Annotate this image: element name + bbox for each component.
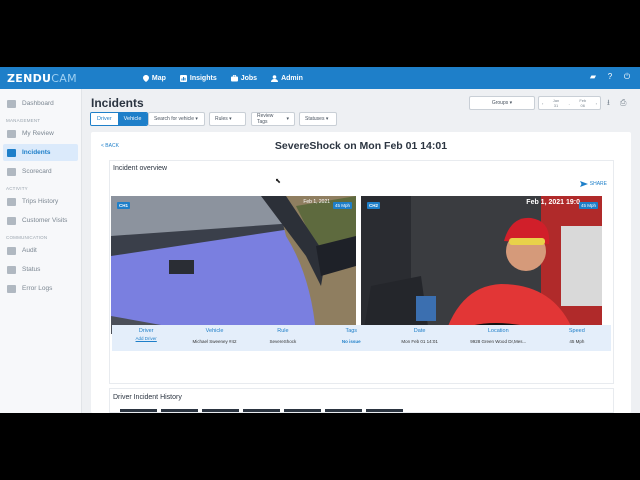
incident-overview-card: Incident overview SHARE CH1 Feb 1, 2021 … [109, 160, 614, 384]
driver-vehicle-toggle: Driver Vehicle [90, 112, 149, 126]
overview-title: Incident overview [113, 165, 168, 172]
dashboard-icon [7, 99, 16, 108]
sidebar: Dashboard MANAGEMENT My Review Incidents… [0, 89, 82, 413]
timestamp-ch1: Feb 1, 2021 [303, 199, 330, 205]
download-icon[interactable]: ⭳ [607, 99, 615, 107]
info-col-rule: Rule SevereShock [269, 328, 297, 344]
sidebar-item-incidents[interactable]: Incidents [3, 144, 78, 161]
info-col-date: Date Mon Feb 01 14:01 [401, 328, 438, 344]
road-camera-frame [111, 196, 356, 334]
chat-icon[interactable]: ▰ [588, 72, 598, 82]
insights-icon [179, 74, 187, 82]
info-col-tags: Tags No issue [317, 325, 385, 351]
route-icon [7, 197, 16, 206]
share-button[interactable]: SHARE [579, 181, 607, 187]
zenducam-logo[interactable]: ZENDUCAM [7, 72, 77, 85]
incidents-icon [7, 148, 16, 157]
app-window: ZENDUCAM Map Insights Jobs Admin ▰ ? ⏻ D… [0, 67, 640, 413]
sidebar-item-status[interactable]: Status [3, 261, 78, 278]
power-icon[interactable]: ⏻ [622, 72, 632, 82]
user-icon [271, 74, 279, 82]
video-ch1[interactable]: CH1 Feb 1, 2021 45 Mph [111, 196, 356, 334]
incident-detail-panel: < BACK SevereShock on Mon Feb 01 14:01 I… [91, 132, 631, 413]
groups-dropdown[interactable]: Groups ▾ [469, 96, 535, 110]
audit-icon [7, 246, 16, 255]
sidebar-section-activity: ACTIVITY [6, 186, 28, 191]
history-tab[interactable] [284, 409, 321, 412]
history-tab[interactable] [202, 409, 239, 412]
sidebar-section-communication: COMMUNICATION [6, 235, 48, 240]
sidebar-item-trips-history[interactable]: Trips History [3, 193, 78, 210]
nav-insights[interactable]: Insights [179, 74, 217, 82]
history-tab[interactable] [325, 409, 362, 412]
nav-map[interactable]: Map [142, 74, 166, 82]
info-col-location: Location 9928 Green Wood Dr,Mes... [470, 328, 527, 344]
customer-icon [7, 216, 16, 225]
share-icon [579, 181, 588, 187]
vehicle-search-dropdown[interactable]: Search for vehicle ▾ [148, 112, 205, 126]
statuses-dropdown[interactable]: Statuses ▾ [299, 112, 337, 126]
sidebar-section-management: MANAGEMENT [6, 118, 41, 123]
timestamp-ch2: Feb 1, 2021 19:0 [526, 199, 580, 206]
briefcase-icon [230, 74, 238, 81]
scorecard-icon [7, 167, 16, 176]
help-icon[interactable]: ? [605, 72, 615, 82]
date-from: Jan 31 [552, 98, 560, 108]
rules-dropdown[interactable]: Rules ▾ [209, 112, 246, 126]
top-navbar: ZENDUCAM Map Insights Jobs Admin ▰ ? ⏻ [0, 67, 640, 89]
info-col-driver: Driver Add Driver [112, 325, 180, 351]
info-col-speed: Speed 45 Mph [568, 328, 585, 344]
sidebar-item-my-review[interactable]: My Review [3, 125, 78, 142]
sidebar-item-audit[interactable]: Audit [3, 242, 78, 259]
channel-badge-ch2: CH2 [367, 202, 381, 209]
status-icon [7, 265, 16, 274]
incident-title: SevereShock on Mon Feb 01 14:01 [274, 140, 448, 152]
toggle-driver[interactable]: Driver [91, 113, 118, 125]
nav-jobs[interactable]: Jobs [230, 74, 257, 82]
date-range-picker[interactable]: ‹ Jan 31 - Feb 06 › [538, 96, 601, 110]
history-tab[interactable] [120, 409, 157, 412]
info-col-vehicle: Vehicle Michael Sweeney #42 [192, 328, 237, 344]
history-tab[interactable] [243, 409, 280, 412]
date-to: Feb 06 [579, 98, 587, 108]
driver-incident-history-card: Driver Incident History [109, 388, 614, 413]
history-tab[interactable] [161, 409, 198, 412]
history-title: Driver Incident History [113, 394, 182, 401]
sidebar-item-scorecard[interactable]: Scorecard [3, 163, 78, 180]
sidebar-item-error-logs[interactable]: Error Logs [3, 280, 78, 297]
speed-badge-ch1: 45 Mph [332, 202, 352, 209]
history-tab[interactable] [366, 409, 403, 412]
review-tags-dropdown[interactable]: Review Tags ▾ [251, 112, 295, 126]
channel-badge-ch1: CH1 [117, 202, 131, 209]
map-pin-icon [142, 74, 149, 82]
tags-link[interactable]: No issue [317, 339, 385, 344]
prev-range-icon[interactable]: ‹ [542, 101, 543, 106]
history-tabs [120, 409, 403, 412]
add-driver-link[interactable]: Add Driver [112, 336, 180, 341]
toggle-vehicle[interactable]: Vehicle [117, 113, 148, 125]
incident-info-table: Driver Add Driver Vehicle Michael Sweene… [112, 325, 611, 351]
speed-badge-ch2: 45 Mph [578, 202, 598, 209]
sidebar-item-customer-visits[interactable]: Customer Visits [3, 212, 78, 229]
mouse-cursor: ⬉ [275, 178, 281, 185]
next-range-icon[interactable]: › [596, 101, 597, 106]
page-title: Incidents [91, 96, 144, 110]
nav-admin[interactable]: Admin [271, 75, 303, 82]
review-icon [7, 129, 16, 138]
print-icon[interactable]: ⎙ [620, 99, 628, 107]
sidebar-item-dashboard[interactable]: Dashboard [3, 95, 78, 112]
error-icon [7, 284, 16, 293]
